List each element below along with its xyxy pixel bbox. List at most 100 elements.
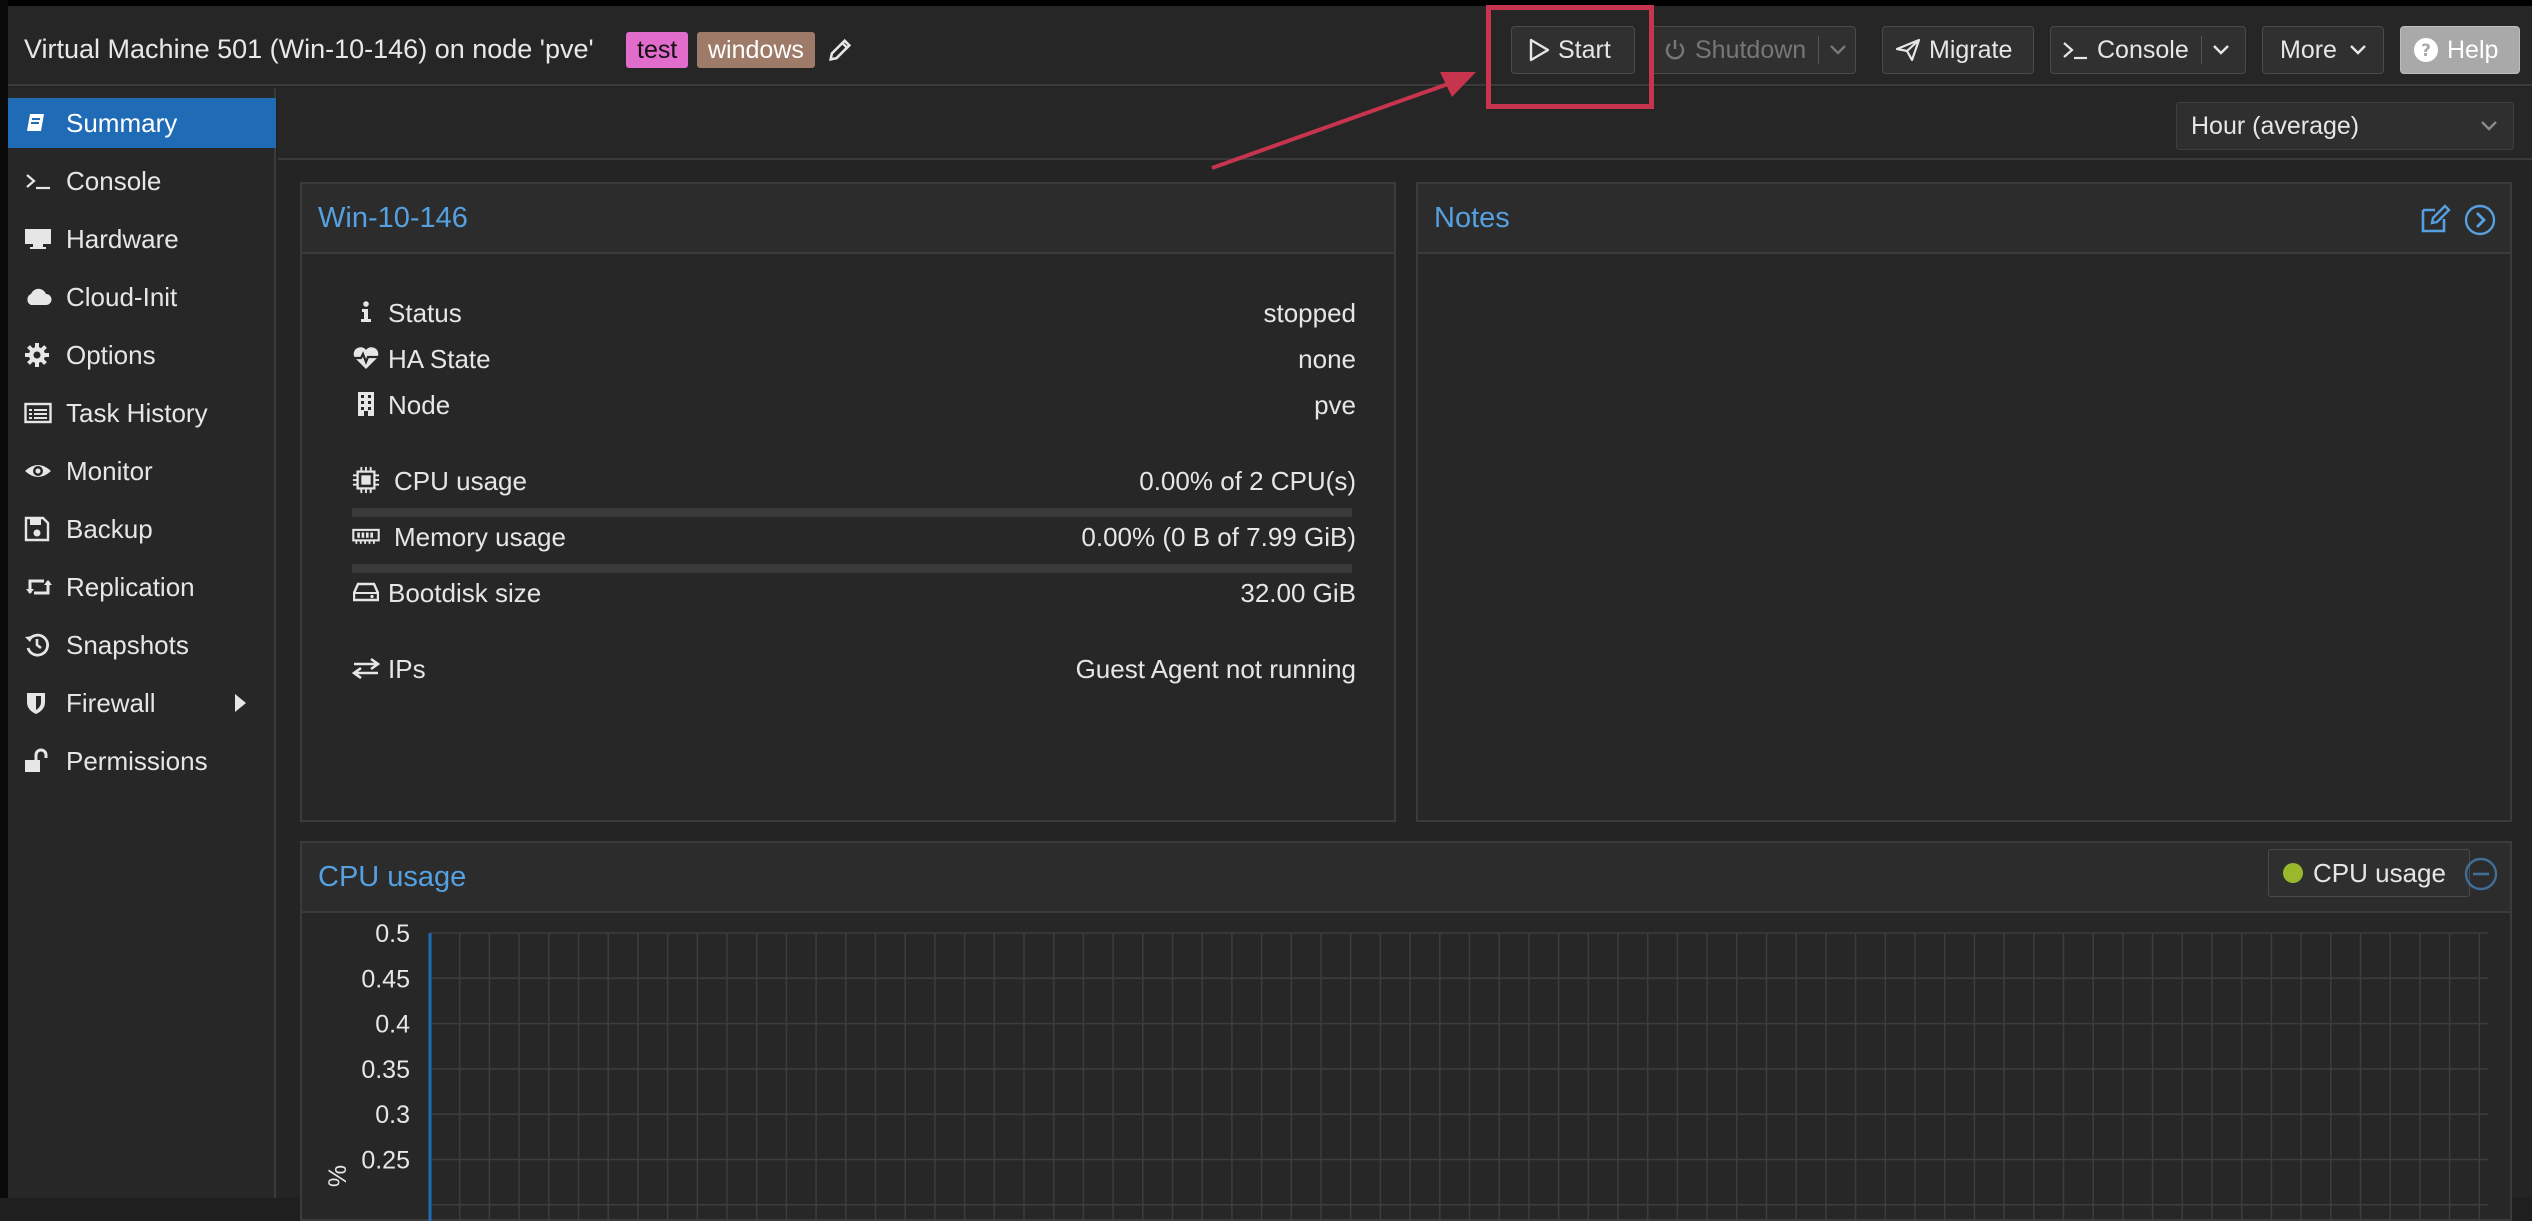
panel-header: Notes: [1418, 184, 2510, 254]
sidebar-item-label: Console: [66, 165, 162, 196]
ha-state-label: HA State: [388, 344, 491, 374]
sidebar-item-label: Task History: [66, 397, 208, 428]
cpu-usage-progress: [352, 508, 1352, 517]
sidebar-item-label: Permissions: [66, 745, 208, 776]
console-button[interactable]: Console: [2050, 26, 2246, 74]
window-left-border: [0, 0, 8, 1198]
node-value: pve: [1314, 390, 1356, 420]
page-title: Virtual Machine 501 (Win-10-146) on node…: [24, 34, 594, 64]
cpu-usage-row: CPU usage 0.00% of 2 CPU(s): [352, 462, 1356, 502]
node-label: Node: [388, 390, 451, 420]
memory-usage-label: Memory usage: [394, 522, 566, 552]
edit-notes-icon[interactable]: [2420, 204, 2452, 234]
chevron-down-icon[interactable]: [2212, 44, 2230, 56]
book-icon: [24, 108, 58, 138]
sidebar-item-label: Hardware: [66, 223, 179, 254]
chevron-down-icon: [2350, 45, 2366, 55]
retweet-icon: [24, 572, 58, 602]
cloud-icon: [24, 282, 58, 312]
memory-usage-value: 0.00% (0 B of 7.99 GiB): [1081, 522, 1356, 552]
annotation-highlight-box: [1486, 5, 1654, 109]
sidebar-item-hardware[interactable]: Hardware: [8, 214, 276, 264]
y-tick-label: 0.4: [375, 1011, 410, 1039]
shutdown-label: Shutdown: [1695, 35, 1807, 64]
sidebar-item-snapshots[interactable]: Snapshots: [8, 620, 276, 670]
y-tick-label: 0.35: [361, 1056, 410, 1084]
more-label: More: [2280, 35, 2337, 64]
sidebar-item-label: Snapshots: [66, 629, 189, 660]
power-icon: [1665, 40, 1685, 60]
chart-labels: 0.5 0.45 0.4 0.35 0.3 0.25%: [324, 920, 410, 1187]
info-icon: [352, 298, 380, 326]
floppy-icon: [24, 514, 58, 544]
timeframe-value: Hour (average): [2191, 112, 2360, 140]
help-button[interactable]: ? Help: [2400, 26, 2520, 74]
tag-windows[interactable]: windows: [697, 32, 815, 68]
memory-icon: [352, 522, 380, 550]
chevron-down-icon: [2481, 121, 2497, 131]
collapse-chevron-icon[interactable]: [2464, 204, 2496, 236]
monitor-icon: [24, 224, 58, 254]
sidebar-item-backup[interactable]: Backup: [8, 504, 276, 554]
cpu-chip-icon: [352, 466, 380, 494]
cpu-usage-value: 0.00% of 2 CPU(s): [1139, 466, 1356, 496]
bootdisk-row: Bootdisk size 32.00 GiB: [352, 574, 1356, 614]
sidebar-item-monitor[interactable]: Monitor: [8, 446, 276, 496]
status-row: Status stopped: [352, 294, 1356, 334]
shutdown-button[interactable]: Shutdown: [1650, 26, 1856, 74]
ips-row: IPs Guest Agent not running: [352, 650, 1356, 690]
sidebar-item-label: Options: [66, 339, 156, 370]
y-tick-label: 0.5: [375, 920, 410, 948]
caret-right-icon[interactable]: [235, 694, 246, 712]
node-row: Node pve: [352, 386, 1356, 426]
edit-tags-pencil-icon[interactable]: [826, 36, 854, 64]
cpu-chart-title: CPU usage: [318, 861, 467, 893]
timeframe-select[interactable]: Hour (average): [2176, 102, 2514, 150]
exchange-icon: [352, 654, 380, 682]
sidebar: Summary Console Hardware Cloud-Init Opti…: [8, 88, 276, 1198]
hdd-icon: [352, 578, 380, 606]
ips-value: Guest Agent not running: [1075, 654, 1356, 684]
cpu-usage-panel: CPU usage CPU usage 0.5 0.45 0.4 0.35 0.3 0.2…: [300, 841, 2512, 1221]
console-label: Console: [2097, 35, 2189, 64]
sidebar-item-task-history[interactable]: Task History: [8, 388, 276, 438]
legend-color-dot: [2283, 863, 2303, 883]
y-axis-label: %: [324, 1165, 352, 1187]
cpu-usage-label: CPU usage: [394, 466, 527, 496]
paper-plane-icon: [1895, 38, 1921, 62]
sidebar-item-permissions[interactable]: Permissions: [8, 736, 276, 786]
terminal-icon: [24, 166, 58, 196]
sidebar-item-summary[interactable]: Summary: [8, 98, 276, 148]
sidebar-item-options[interactable]: Options: [8, 330, 276, 380]
ips-label: IPs: [388, 654, 426, 684]
cpu-usage-chart: 0.5 0.45 0.4 0.35 0.3 0.25%: [324, 920, 2488, 1221]
gear-icon: [24, 340, 58, 370]
content-toolbar: Hour (average): [278, 88, 2532, 160]
more-button[interactable]: More: [2262, 26, 2384, 74]
building-icon: [352, 390, 380, 418]
sidebar-item-replication[interactable]: Replication: [8, 562, 276, 612]
tag-test[interactable]: test: [626, 32, 689, 68]
bootdisk-value: 32.00 GiB: [1240, 578, 1356, 608]
sidebar-item-label: Cloud-Init: [66, 281, 178, 312]
header-bar: Virtual Machine 501 (Win-10-146) on node…: [8, 6, 2532, 86]
collapse-minus-icon[interactable]: [2464, 857, 2498, 891]
history-icon: [24, 630, 58, 660]
question-circle-icon: ?: [2414, 38, 2438, 62]
help-label: Help: [2447, 35, 2499, 64]
legend-cpu-usage[interactable]: CPU usage: [2268, 849, 2470, 897]
sidebar-item-label: Summary: [66, 107, 178, 138]
migrate-button[interactable]: Migrate: [1882, 26, 2034, 74]
chevron-down-icon[interactable]: [1829, 44, 1847, 56]
memory-usage-row: Memory usage 0.00% (0 B of 7.99 GiB): [352, 518, 1356, 558]
sidebar-item-label: Monitor: [66, 455, 153, 486]
ha-state-value: none: [1298, 344, 1356, 374]
sidebar-item-label: Replication: [66, 571, 195, 602]
sidebar-item-firewall[interactable]: Firewall: [8, 678, 276, 728]
ha-state-row: HA State none: [352, 340, 1356, 380]
sidebar-item-cloud-init[interactable]: Cloud-Init: [8, 272, 276, 322]
notes-panel: Notes: [1416, 182, 2512, 822]
sidebar-item-label: Backup: [66, 513, 153, 544]
sidebar-item-console[interactable]: Console: [8, 156, 276, 206]
svg-text:?: ?: [2421, 41, 2431, 61]
